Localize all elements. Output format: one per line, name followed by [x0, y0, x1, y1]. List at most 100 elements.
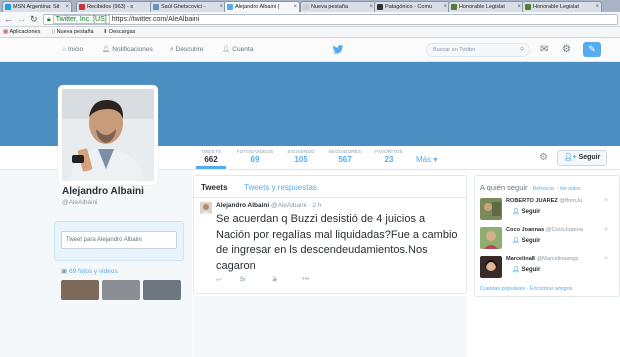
add-user-icon: 👤︎ [512, 238, 520, 244]
suggested-user-avatar[interactable] [480, 198, 502, 220]
tab-tweets[interactable]: Tweets [201, 183, 228, 192]
stat-following[interactable]: SIGUIENDO 105 [284, 149, 318, 164]
bell-icon: 🔔︎ [102, 46, 111, 53]
close-icon[interactable]: × [369, 2, 373, 12]
browser-tab[interactable]: Honorable Legislat × [448, 1, 524, 12]
reload-icon[interactable]: ↻ [30, 14, 38, 24]
back-arrow-icon[interactable]: ← [4, 14, 13, 24]
suggested-user: Coco Joannas @CocoJoanna × 👤︎ Seguir [478, 227, 618, 255]
browser-tab[interactable]: Honorable Legislat × [522, 1, 602, 12]
close-icon[interactable]: × [595, 2, 599, 12]
more-menu[interactable]: Más ▾ [416, 155, 437, 164]
browser-tab[interactable]: Saúl Ghetscovici - × [150, 1, 226, 12]
suggested-user-name[interactable]: ROBERTO JUAREZ [506, 198, 558, 204]
photo-thumbnail[interactable] [61, 280, 99, 300]
suggested-follow-button[interactable]: 👤︎ Seguir [512, 266, 540, 273]
avatar-image [480, 227, 502, 249]
close-icon[interactable]: × [65, 2, 69, 12]
browser-tab[interactable]: Patagónico - Comu × [374, 1, 450, 12]
who-to-follow-title: A quién seguir · Refrescar · Ver todos [480, 183, 581, 192]
browser-toolbar: ← → ↻ 🔒︎ Twitter, Inc. [US] https://twitte… [0, 12, 620, 27]
suggested-user: ROBERTO JUAREZ @fforoJu × 👤︎ Seguir [478, 198, 618, 226]
suggested-follow-button[interactable]: 👤︎ Seguir [512, 237, 540, 244]
chevron-down-icon: ▾ [433, 155, 438, 164]
profile-handle[interactable]: @AleAlbaini [62, 199, 98, 206]
nav-notifications[interactable]: 🔔︎ Notificaciones [102, 38, 153, 62]
tab-favicon-icon [303, 4, 309, 10]
suggested-user-name[interactable]: Coco Joannas [506, 227, 544, 233]
suggested-user-name[interactable]: Marcelina8 [506, 256, 535, 262]
dismiss-icon[interactable]: × [604, 256, 608, 262]
bookmark-downloads[interactable]: ⬇ Descargas [103, 27, 135, 37]
dismiss-icon[interactable]: × [604, 198, 608, 204]
nav-account[interactable]: 👤︎ Cuenta [222, 38, 253, 62]
page-icon: ▯ [52, 29, 56, 35]
forward-arrow-icon[interactable]: → [17, 14, 26, 24]
more-options-icon[interactable]: ••• [302, 276, 309, 283]
divider [194, 197, 466, 198]
stat-photos[interactable]: FOTOS/VIDEOS 69 [236, 149, 274, 164]
close-icon[interactable]: × [219, 2, 223, 12]
suggested-user-handle: @Marcelinaangc [536, 256, 579, 262]
download-icon: ⬇ [103, 29, 108, 35]
browser-tab[interactable]: Nueva pestaña × [300, 1, 376, 12]
avatar-image [200, 202, 212, 214]
tab-tweets-and-replies[interactable]: Tweets y respuestas [244, 183, 317, 192]
stat-tweets[interactable]: TWEETS 662 [196, 149, 226, 164]
bookmark-new-tab[interactable]: ▯ Nueva pestaña [52, 27, 94, 37]
compose-tweet-button[interactable]: ✎ [583, 42, 601, 57]
browser-tab[interactable]: MSN Argentina: Sit × [2, 1, 72, 12]
suggested-user-avatar[interactable] [480, 256, 502, 278]
suggested-follow-button[interactable]: 👤︎ Seguir [512, 208, 540, 215]
tweet-author-handle[interactable]: @AleAlbaini [271, 202, 307, 209]
home-icon: ⌂ [62, 46, 66, 53]
view-all-link[interactable]: · Ver todos [556, 186, 580, 192]
close-icon[interactable]: × [517, 2, 521, 12]
follow-button[interactable]: 👤︎+ Seguir [557, 150, 607, 166]
camera-icon: ▣ [61, 268, 68, 275]
tweet-timestamp[interactable]: · 2 h [308, 202, 321, 209]
stat-favorites[interactable]: FAVORITOS 23 [372, 149, 406, 164]
profile-photo [62, 89, 154, 181]
suggested-user-avatar[interactable] [480, 227, 502, 249]
add-user-icon: 👤︎ [512, 209, 520, 215]
tab-favicon-icon [525, 4, 531, 10]
nav-discover[interactable]: # Descubre [170, 38, 203, 62]
tab-favicon-icon [5, 4, 11, 10]
nav-home[interactable]: ⌂ Inicio [62, 38, 83, 62]
tweet-to-input[interactable]: Tweet para Alejandro Albaini [61, 231, 177, 249]
photos-videos-link[interactable]: ▣ 69 fotos y videos [61, 267, 118, 275]
browser-tab-active[interactable]: Alejandro Albaini (× [224, 1, 300, 12]
reply-icon[interactable]: ↩ [216, 276, 222, 284]
dismiss-icon[interactable]: × [604, 227, 608, 233]
add-user-icon: 👤︎ [512, 267, 520, 273]
search-input[interactable]: Buscar en Twitter ⚲ [426, 43, 530, 57]
photo-thumbnail[interactable] [143, 280, 181, 300]
close-icon[interactable]: × [443, 2, 447, 12]
add-user-icon: 👤︎+ [563, 154, 577, 161]
suggested-user-handle: @fforoJu [559, 198, 583, 204]
photo-thumbnail[interactable] [102, 280, 140, 300]
profile-gear-icon[interactable]: ⚙ [539, 152, 548, 163]
search-icon[interactable]: ⚲ [520, 44, 524, 56]
tab-favicon-icon [377, 4, 383, 10]
tab-favicon-icon [153, 4, 159, 10]
browser-tab[interactable]: Recibidos (963) - s× [76, 1, 156, 12]
close-icon[interactable]: × [293, 2, 297, 12]
tweet-header: Alejandro Albaini @AleAlbaini · 2 h [216, 202, 321, 209]
avatar[interactable] [58, 85, 158, 185]
tweet-author-name[interactable]: Alejandro Albaini [216, 202, 269, 209]
twitter-top-nav: ⌂ Inicio 🔔︎ Notificaciones # Descubre 👤︎ Cue… [0, 38, 620, 62]
stat-followers[interactable]: SEGUIDORES 567 [326, 149, 364, 164]
address-bar[interactable]: 🔒︎ Twitter, Inc. [US] https://twitter.com/… [43, 14, 618, 25]
tweet-avatar[interactable] [200, 202, 212, 214]
twitter-bird-icon[interactable] [332, 45, 344, 54]
active-stat-underline [196, 166, 226, 169]
gear-icon[interactable]: ⚙ [562, 43, 571, 57]
popular-accounts-links[interactable]: Cuentas populares · Encontrar amigos [480, 286, 572, 292]
bookmark-apps[interactable]: ▦ Aplicaciones [3, 27, 40, 37]
messages-icon[interactable]: ✉ [540, 43, 548, 57]
avatar-image [480, 256, 502, 278]
refresh-link[interactable]: · Refrescar [530, 186, 555, 192]
person-icon: 👤︎ [222, 46, 231, 53]
